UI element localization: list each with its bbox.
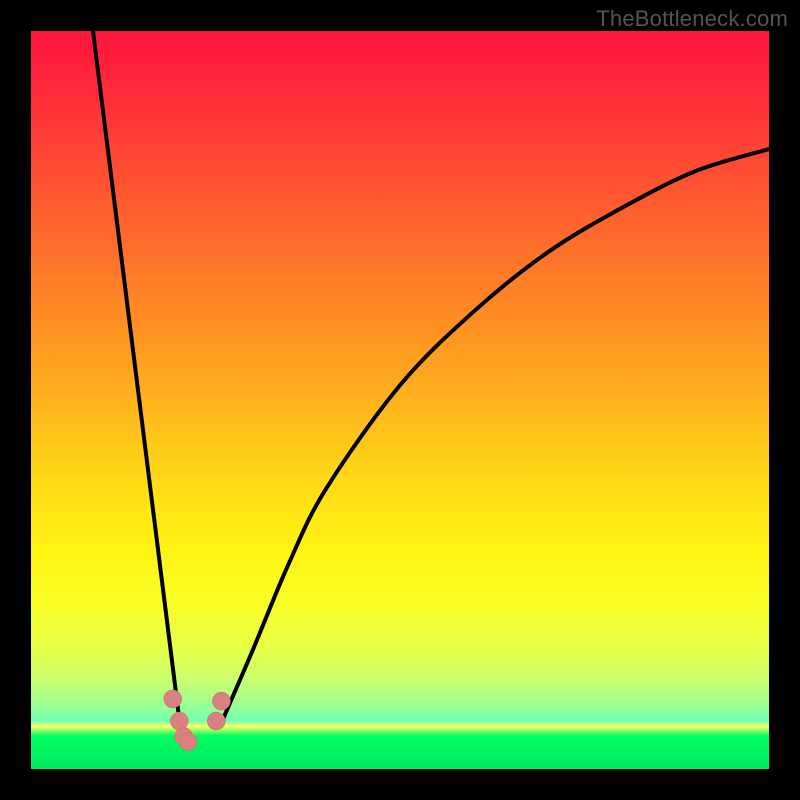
data-marker [164,690,182,708]
data-marker [212,692,230,710]
curve-right-branch [220,149,769,726]
watermark-text: TheBottleneck.com [596,6,788,32]
bottleneck-curve [31,31,769,769]
chart-frame: TheBottleneck.com [0,0,800,800]
data-markers [164,690,231,751]
data-marker [179,733,197,751]
curve-left-branch [93,31,181,731]
gradient-plot-area [31,31,769,769]
data-marker [207,712,225,730]
data-marker [170,712,188,730]
